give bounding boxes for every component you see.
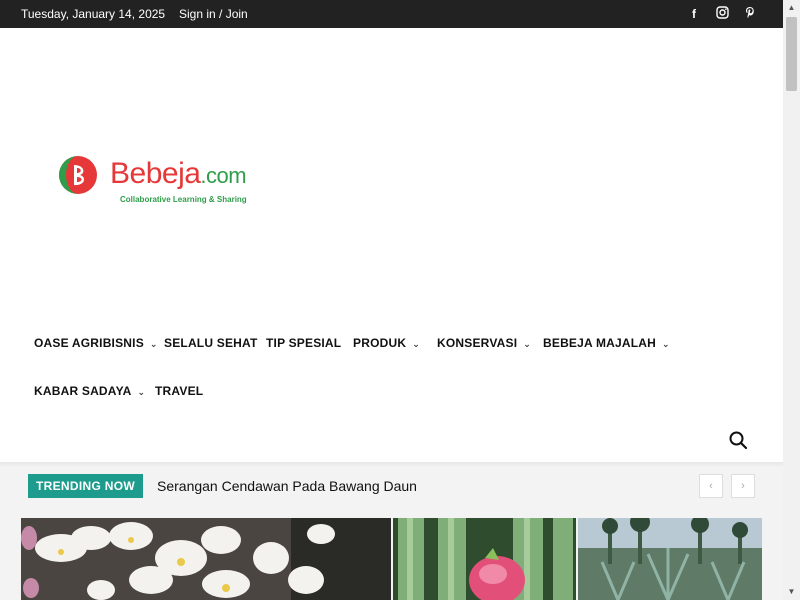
- logo-tagline: Collaborative Learning & Sharing: [120, 195, 247, 204]
- nav-item-label: PRODUK: [353, 336, 407, 350]
- nav-item-bebeja-majalah[interactable]: BEBEJA MAJALAH ⌄: [543, 336, 670, 350]
- site-logo[interactable]: Bebeja.com Collaborative Learning & Shar…: [58, 155, 268, 209]
- facebook-icon[interactable]: f: [686, 6, 702, 22]
- search-icon[interactable]: [728, 430, 748, 450]
- scroll-down-arrow[interactable]: ▼: [783, 584, 800, 600]
- featured-image-orchids[interactable]: [21, 518, 391, 600]
- nav-item-produk[interactable]: PRODUK ⌄: [353, 336, 420, 350]
- chevron-down-icon: ⌄: [523, 339, 531, 349]
- nav-item-selalu-sehat[interactable]: SELALU SEHAT: [164, 336, 258, 350]
- dragon-fruit-photo: [393, 518, 576, 600]
- nav-item-label: KONSERVASI: [437, 336, 518, 350]
- chevron-down-icon: ⌄: [412, 339, 420, 349]
- nav-item-tip-spesial[interactable]: TIP SPESIAL: [266, 336, 341, 350]
- nav-item-label: SELALU SEHAT: [164, 336, 258, 350]
- nav-item-kabar-sadaya[interactable]: KABAR SADAYA ⌄: [34, 384, 145, 398]
- trending-prev-button[interactable]: ‹: [699, 474, 723, 498]
- nav-item-label: TIP SPESIAL: [266, 336, 342, 350]
- logo-name: Bebeja: [110, 157, 201, 190]
- trending-article-link[interactable]: Serangan Cendawan Pada Bawang Daun: [157, 478, 417, 494]
- logo-wordmark: Bebeja.com: [110, 157, 247, 191]
- page-scrollbar[interactable]: ▲ ▼: [783, 0, 800, 600]
- agave-field-photo: [578, 518, 762, 600]
- nav-item-oase-agribisnis[interactable]: OASE AGRIBISNIS ⌄: [34, 336, 158, 350]
- chevron-down-icon: ⌄: [149, 339, 158, 349]
- orchid-photo: [21, 518, 391, 600]
- instagram-icon[interactable]: [714, 6, 730, 22]
- nav-item-label: OASE AGRIBISNIS: [34, 336, 144, 350]
- chevron-down-icon: ⌄: [137, 387, 146, 397]
- scroll-thumb[interactable]: [786, 17, 797, 91]
- top-bar: Tuesday, January 14, 2025 Sign in / Join…: [0, 0, 783, 28]
- nav-item-label: BEBEJA MAJALAH: [543, 336, 657, 350]
- logo-suffix: .com: [200, 163, 247, 188]
- featured-image-dragon-fruit[interactable]: [393, 518, 576, 600]
- signin-link[interactable]: Sign in / Join: [179, 7, 248, 21]
- trending-next-button[interactable]: ›: [731, 474, 755, 498]
- trending-now-label: TRENDING NOW: [28, 474, 143, 498]
- featured-image-agave-field[interactable]: [578, 518, 762, 600]
- nav-item-label: TRAVEL: [155, 384, 204, 398]
- chevron-down-icon: ⌄: [662, 339, 670, 349]
- nav-item-travel[interactable]: TRAVEL: [155, 384, 203, 398]
- scroll-up-arrow[interactable]: ▲: [783, 0, 800, 16]
- nav-item-konservasi[interactable]: KONSERVASI ⌄: [437, 336, 531, 350]
- logo-mark-icon: [59, 156, 97, 194]
- nav-item-label: KABAR SADAYA: [34, 384, 132, 398]
- pinterest-icon[interactable]: [742, 6, 758, 22]
- current-date: Tuesday, January 14, 2025: [21, 7, 166, 21]
